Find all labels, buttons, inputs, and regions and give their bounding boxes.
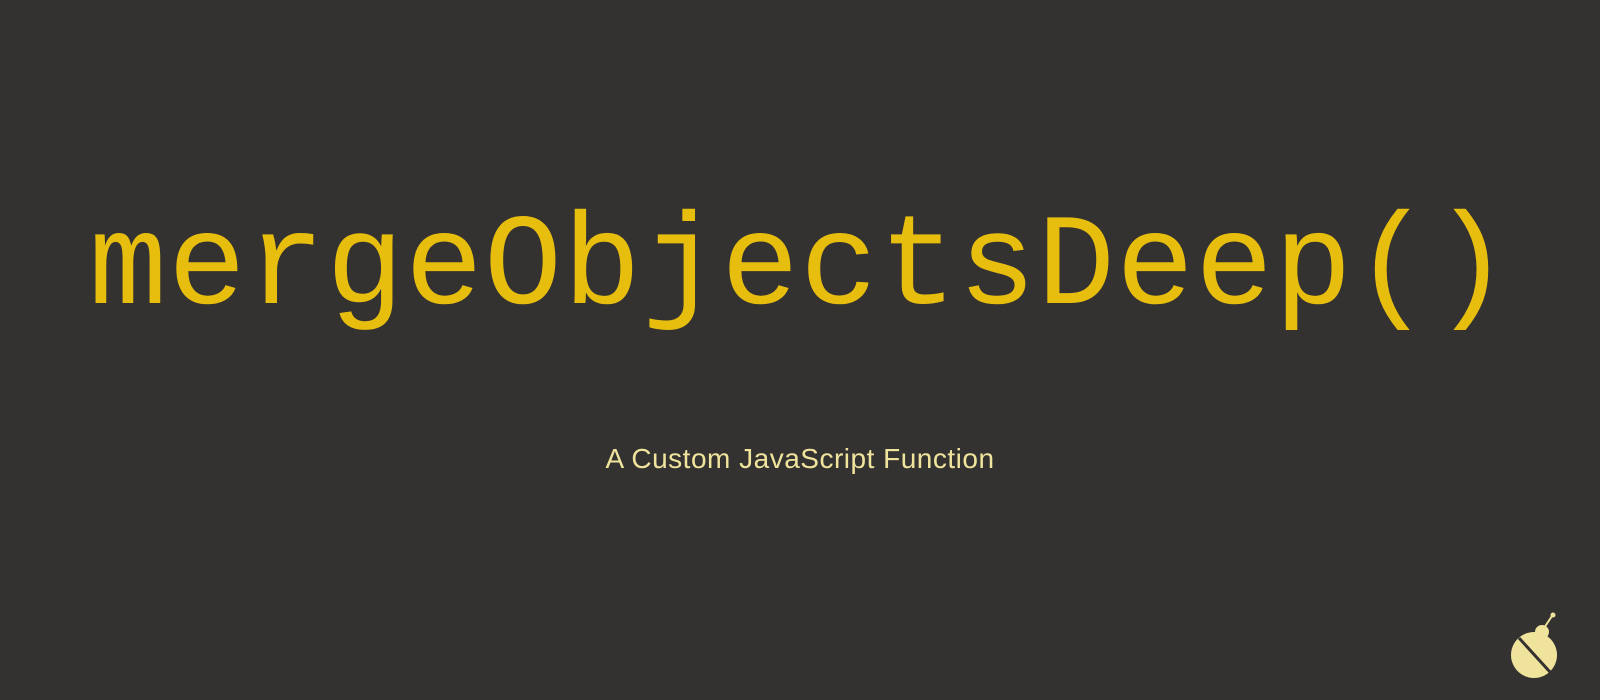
bug-logo-icon bbox=[1504, 612, 1574, 682]
page-title: mergeObjectsDeep() bbox=[89, 196, 1511, 343]
page-subtitle: A Custom JavaScript Function bbox=[605, 443, 994, 475]
